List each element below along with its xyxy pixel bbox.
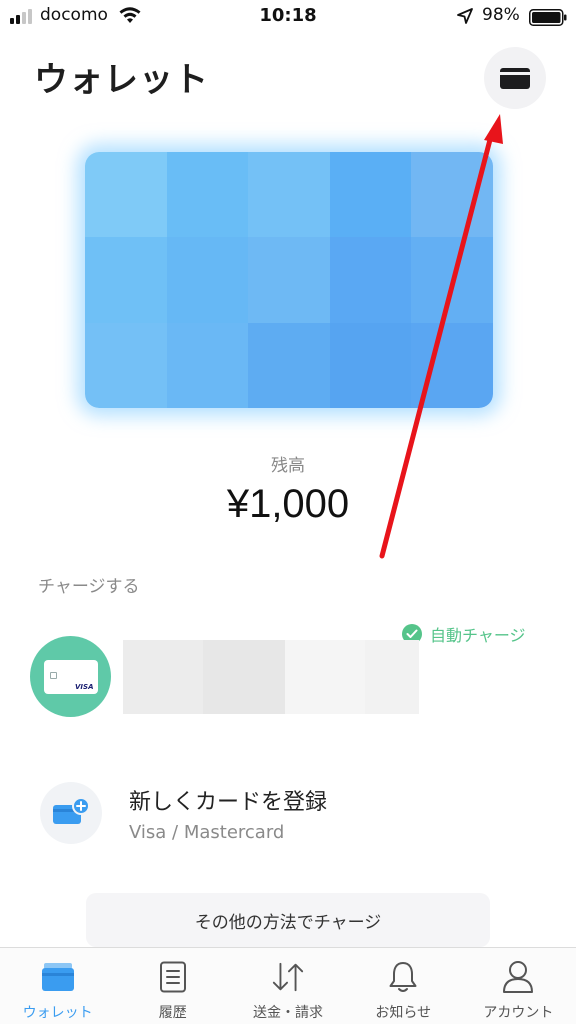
registered-card-row[interactable]: VISA bbox=[30, 636, 550, 722]
cards-button[interactable] bbox=[484, 47, 546, 109]
tab-label: お知らせ bbox=[375, 1005, 432, 1021]
status-bar: docomo 10:18 98% bbox=[0, 0, 576, 34]
document-icon bbox=[156, 960, 190, 994]
add-card-subtitle: Visa / Mastercard bbox=[129, 822, 285, 843]
masked-card-number bbox=[123, 640, 419, 714]
tab-notifications[interactable]: お知らせ bbox=[346, 948, 461, 1024]
card-tile bbox=[85, 322, 167, 408]
card-tile bbox=[85, 237, 167, 323]
battery-icon bbox=[529, 9, 567, 26]
balance-label: 残高 bbox=[271, 456, 305, 476]
add-card-icon bbox=[40, 782, 102, 844]
card-tile bbox=[166, 152, 249, 238]
card-tile bbox=[329, 322, 412, 408]
tab-account[interactable]: アカウント bbox=[461, 948, 576, 1024]
card-tile bbox=[411, 322, 493, 408]
wallet-icon bbox=[41, 960, 75, 994]
tab-transfer[interactable]: 送金・請求 bbox=[230, 948, 345, 1024]
visa-brand-text: VISA bbox=[75, 682, 94, 691]
card-icon bbox=[500, 67, 530, 89]
balance-amount: ¥1,000 bbox=[226, 482, 350, 526]
charge-section-label: チャージする bbox=[38, 577, 140, 597]
card-tile bbox=[411, 237, 493, 323]
battery-percentage: 98% bbox=[482, 5, 520, 25]
card-tile bbox=[329, 237, 412, 323]
tab-bar: ウォレット 履歴 送金・請求 お知らせ アカウント bbox=[0, 947, 576, 1024]
location-arrow-icon bbox=[457, 8, 473, 24]
tab-label: 履歴 bbox=[158, 1005, 187, 1021]
add-card-title: 新しくカードを登録 bbox=[129, 790, 328, 815]
other-charge-methods-button[interactable]: その他の方法でチャージ bbox=[86, 893, 490, 947]
tab-label: アカウント bbox=[483, 1005, 554, 1021]
person-icon bbox=[501, 960, 535, 994]
card-tile bbox=[166, 322, 249, 408]
bell-icon bbox=[386, 960, 420, 994]
tab-history[interactable]: 履歴 bbox=[115, 948, 230, 1024]
card-tile bbox=[166, 237, 249, 323]
tab-label: 送金・請求 bbox=[253, 1005, 323, 1021]
card-tile bbox=[248, 237, 330, 323]
visa-card-icon: VISA bbox=[30, 636, 111, 717]
card-tile bbox=[248, 322, 330, 408]
tab-wallet[interactable]: ウォレット bbox=[0, 948, 115, 1024]
register-new-card-button[interactable]: 新しくカードを登録 Visa / Mastercard bbox=[40, 782, 520, 846]
card-tile bbox=[329, 152, 412, 238]
tab-label: ウォレット bbox=[22, 1005, 93, 1021]
transfer-arrows-icon bbox=[271, 960, 305, 994]
card-tile bbox=[85, 152, 167, 238]
card-tile bbox=[248, 152, 330, 238]
page-title: ウォレット bbox=[34, 60, 209, 100]
wallet-card-image[interactable] bbox=[85, 152, 493, 408]
card-tile bbox=[411, 152, 493, 238]
